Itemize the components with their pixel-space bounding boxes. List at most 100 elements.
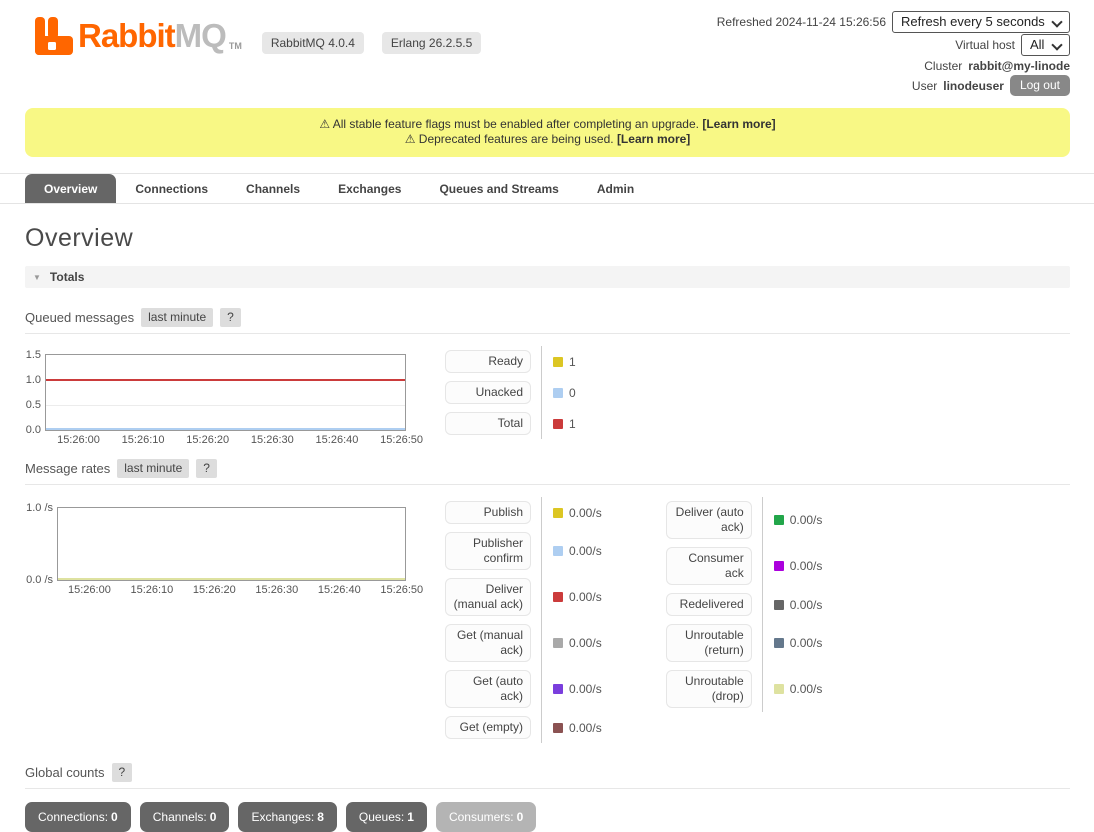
rates-period-badge[interactable]: last minute [117,459,189,478]
legend-row-get-empty: Get (empty) 0.00/s [445,712,602,743]
legend-divider [541,620,542,666]
legend-color-swatch [553,508,563,518]
totals-section-toggle[interactable]: ▼ Totals [25,266,1070,288]
queued-period-badge[interactable]: last minute [141,308,213,327]
user-name: linodeuser [943,79,1004,93]
legend-value: 0.00/s [774,636,823,650]
feature-flags-warning-banner: ⚠ All stable feature flags must be enabl… [25,108,1070,157]
refresh-interval-select[interactable]: Refresh every 5 seconds [892,11,1070,33]
legend-color-swatch [553,592,563,602]
legend-value: 0.00/s [553,636,602,650]
queued-help-icon[interactable]: ? [220,308,241,327]
series-line-unacked [46,428,405,430]
legend-row-unacked: Unacked0 [445,377,576,408]
legend-divider [541,666,542,712]
main-nav-tabbar: OverviewConnectionsChannelsExchangesQueu… [0,173,1094,204]
legend-divider [541,408,542,439]
queued-messages-chart-row: 1.51.00.50.015:26:0015:26:1015:26:2015:2… [25,346,1070,439]
legend-label: Redelivered [666,593,752,616]
legend-label: Get (empty) [445,716,531,739]
legend-color-swatch [553,357,563,367]
legend-row-get-auto-ack: Get (auto ack) 0.00/s [445,666,602,712]
rates-help-icon[interactable]: ? [196,459,217,478]
legend-divider [541,346,542,377]
legend-row-deliver-manual-ack: Deliver (manual ack)0.00/s [445,574,602,620]
tab-admin[interactable]: Admin [578,174,653,203]
rates-legend-left: Publish0.00/sPublisher confirm0.00/sDeli… [445,497,602,743]
rates-chart-plot-area: 1.0 /s0.0 /s15:26:0015:26:1015:26:2015:2… [57,507,406,581]
rabbitmq-logo[interactable]: RabbitMQ TM [34,16,242,56]
legend-value-text: 0.00/s [569,544,602,558]
legend-row-unroutable-drop: Unroutable (drop)0.00/s [666,666,823,712]
gridline [46,405,405,406]
learn-more-link-2[interactable]: [Learn more] [617,132,690,146]
legend-color-swatch [774,638,784,648]
message-rates-title: Message rates [25,461,110,476]
legend-value: 1 [553,355,576,369]
y-axis-tick: 0.0 /s [26,574,58,586]
global-count-exchanges[interactable]: Exchanges:8 [238,802,336,832]
legend-value: 1 [553,417,576,431]
legend-value: 0.00/s [553,544,602,558]
y-axis-tick: 1.5 [26,349,46,361]
tab-channels[interactable]: Channels [227,174,319,203]
user-row: User linodeuser Log out [912,75,1070,96]
legend-divider [762,666,763,712]
global-counts-help-icon[interactable]: ? [112,763,133,782]
refreshed-timestamp: Refreshed 2024-11-24 15:26:56 [717,15,886,29]
global-counts-buttons: Connections:0 Channels:0 Exchanges:8 Queues… [25,802,1070,832]
legend-color-swatch [553,638,563,648]
message-rates-chart-row: 1.0 /s0.0 /s15:26:0015:26:1015:26:2015:2… [25,497,1070,743]
message-rates-legends: Publish0.00/sPublisher confirm0.00/sDeli… [445,497,822,743]
cluster-label: Cluster [924,59,962,73]
x-axis-tick: 15:26:20 [193,584,236,596]
erlang-version-badge: Erlang 26.2.5.5 [382,32,481,54]
global-count-connections[interactable]: Connections:0 [25,802,131,832]
legend-value-text: 0.00/s [790,559,823,573]
legend-color-swatch [774,561,784,571]
legend-value: 0.00/s [774,559,823,573]
message-rates-heading: Message rates last minute ? [25,459,1070,485]
legend-color-swatch [553,419,563,429]
x-axis-tick: 15:26:10 [122,434,165,446]
tab-connections[interactable]: Connections [116,174,227,203]
legend-label: Deliver (manual ack) [445,578,531,616]
legend-row-redelivered: Redelivered 0.00/s [666,589,823,620]
legend-color-swatch [553,388,563,398]
legend-label: Get (auto ack) [445,670,531,708]
legend-value-text: 0.00/s [569,721,602,735]
legend-value-text: 0.00/s [569,682,602,696]
legend-divider [541,497,542,528]
tab-queues-and-streams[interactable]: Queues and Streams [420,174,577,203]
legend-divider [541,528,542,574]
logout-button[interactable]: Log out [1010,75,1070,96]
legend-value: 0.00/s [553,721,602,735]
legend-row-publisher-confirm: Publisher confirm0.00/s [445,528,602,574]
rabbitmq-logo-icon [34,16,78,56]
global-count-channels[interactable]: Channels:0 [140,802,230,832]
y-axis-tick: 0.5 [26,399,46,411]
legend-row-ready: Ready 1 [445,346,576,377]
tab-exchanges[interactable]: Exchanges [319,174,420,203]
page-title: Overview [25,224,1070,253]
legend-label: Unroutable (return) [666,624,752,662]
queued-messages-chart: 1.51.00.50.015:26:0015:26:1015:26:2015:2… [25,346,445,439]
learn-more-link-1[interactable]: [Learn more] [702,117,775,131]
tab-overview[interactable]: Overview [25,174,116,203]
legend-value: 0.00/s [774,598,823,612]
global-count-queues[interactable]: Queues:1 [346,802,427,832]
series-line-unroutable-drop [58,578,405,580]
legend-row-publish: Publish0.00/s [445,497,602,528]
legend-label: Unroutable (drop) [666,670,752,708]
legend-color-swatch [553,723,563,733]
legend-label: Ready [445,350,531,373]
legend-value-text: 0.00/s [790,513,823,527]
virtual-host-row: Virtual host All [955,33,1070,56]
legend-label: Get (manual ack) [445,624,531,662]
virtual-host-select[interactable]: All [1021,34,1070,56]
global-counts-title: Global counts [25,765,105,780]
rates-legend-right: Deliver (auto ack)0.00/sConsumer ack0.00… [666,497,823,712]
global-count-consumers[interactable]: Consumers:0 [436,802,536,832]
message-rates-chart: 1.0 /s0.0 /s15:26:0015:26:1015:26:2015:2… [25,497,445,743]
x-axis-tick: 15:26:00 [68,584,111,596]
